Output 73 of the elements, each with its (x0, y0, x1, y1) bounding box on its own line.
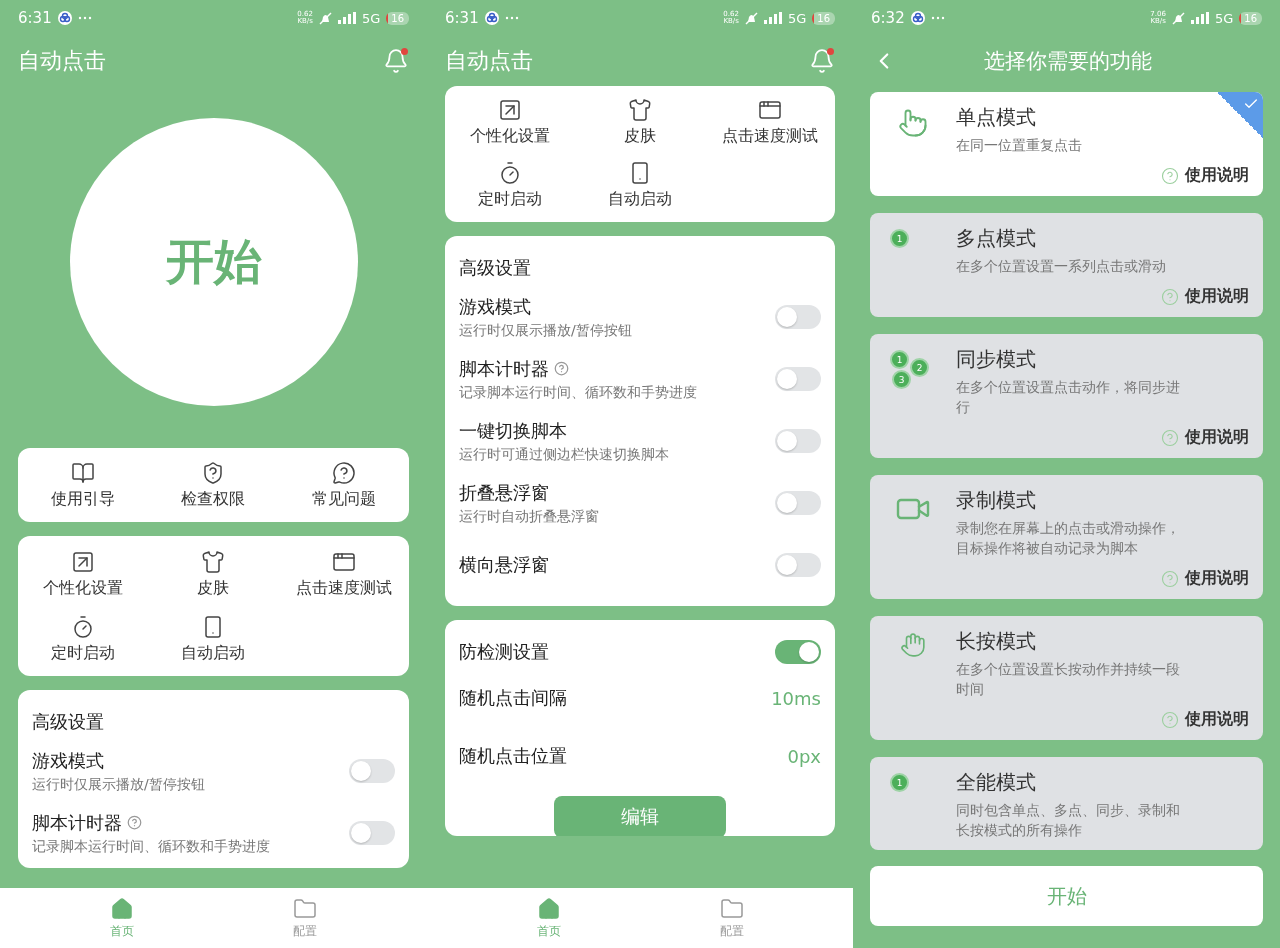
mode-description: 在多个位置设置长按动作并持续一段时间 (956, 660, 1181, 699)
setting-title: 游戏模式 (459, 294, 531, 319)
mode-description: 同时包含单点、多点、同步、录制和长按模式的所有操作 (956, 801, 1181, 840)
number-marker: 1 (890, 350, 909, 369)
number-marker: 3 (892, 370, 911, 389)
mode-title: 全能模式 (956, 769, 1037, 796)
tool-tile[interactable]: 点击速度测试 (705, 98, 835, 147)
help-link[interactable]: 使用说明 (1161, 165, 1249, 186)
setting-subtitle: 运行时可通过侧边栏快速切换脚本 (459, 445, 670, 464)
section-title: 高级设置 (458, 256, 532, 280)
page-title: 选择你需要的功能 (982, 48, 1153, 75)
setting-subtitle: 记录脚本运行时间、循环数和手势进度 (32, 837, 271, 856)
app-title: 自动点击 (445, 47, 533, 75)
setting-title: 随机点击位置 (459, 744, 568, 768)
number-marker: 1 (890, 229, 909, 248)
setting-title: 随机点击间隔 (459, 686, 568, 710)
help-link[interactable]: 使用说明 (1161, 286, 1249, 307)
tool-tile[interactable]: 皮肤 (575, 98, 705, 147)
mode-title: 同步模式 (956, 346, 1037, 373)
mode-title: 录制模式 (956, 487, 1037, 514)
tool-tile[interactable]: 使用引导 (18, 461, 149, 510)
tool-tile[interactable]: 个性化设置 (445, 98, 575, 147)
setting-subtitle: 记录脚本运行时间、循环数和手势进度 (459, 383, 698, 402)
mode-card[interactable]: 1 2 3 同步模式 在多个位置设置点击动作，将同步进行 使用说明 (870, 334, 1263, 458)
setting-title: 一键切换脚本 (459, 418, 567, 443)
setting-title: 游戏模式 (32, 748, 104, 773)
help-link[interactable]: 使用说明 (1161, 709, 1249, 730)
mode-title: 单点模式 (956, 104, 1037, 131)
tool-tile[interactable]: 定时启动 (445, 161, 575, 210)
setting-subtitle: 运行时自动折叠悬浮窗 (459, 507, 600, 526)
tool-tile[interactable]: 点击速度测试 (278, 550, 409, 599)
help-link[interactable]: 使用说明 (1161, 427, 1249, 448)
help-link[interactable]: 使用说明 (1161, 568, 1249, 589)
setting-title: 折叠悬浮窗 (459, 480, 549, 505)
mode-card[interactable]: 1 全能模式 同时包含单点、多点、同步、录制和长按模式的所有操作 (870, 757, 1263, 850)
setting-title: 横向悬浮窗 (459, 553, 549, 577)
mode-card[interactable]: 录制模式 录制您在屏幕上的点击或滑动操作，目标操作将被自动记录为脚本 使用说明 (870, 475, 1263, 599)
tool-tile[interactable]: 自动启动 (575, 161, 705, 210)
setting-subtitle: 运行时仅展示播放/暂停按钮 (459, 321, 633, 340)
tool-tile[interactable]: 常见问题 (278, 461, 409, 510)
section-title: 防检测设置 (459, 640, 550, 664)
battery-level: 16 (1239, 11, 1262, 25)
setting-subtitle: 运行时仅展示播放/暂停按钮 (32, 775, 206, 794)
mode-description: 在同一位置重复点击 (956, 136, 1083, 155)
network-type: 5G (787, 10, 807, 26)
network-type: 5G (361, 10, 381, 26)
tool-tile[interactable]: 自动启动 (148, 615, 279, 664)
mode-title: 多点模式 (956, 225, 1037, 252)
tool-tile[interactable]: 定时启动 (18, 615, 149, 664)
network-type: 5G (1214, 10, 1234, 26)
mode-card[interactable]: 长按模式 在多个位置设置长按动作并持续一段时间 使用说明 (870, 616, 1263, 740)
battery-level: 16 (386, 11, 409, 25)
mode-card[interactable]: 单点模式 在同一位置重复点击 使用说明 (870, 92, 1263, 196)
app-title: 自动点击 (18, 47, 106, 75)
mode-description: 录制您在屏幕上的点击或滑动操作，目标操作将被自动记录为脚本 (956, 519, 1181, 558)
tool-tile[interactable]: 个性化设置 (18, 550, 149, 599)
setting-title: 脚本计时器 (32, 810, 122, 835)
clock-time: 6:31 (18, 9, 52, 27)
section-title: 高级设置 (31, 710, 105, 734)
mode-description: 在多个位置设置点击动作，将同步进行 (956, 378, 1181, 417)
number-marker: 1 (890, 773, 909, 792)
number-marker: 2 (910, 358, 929, 377)
setting-title: 脚本计时器 (459, 356, 549, 381)
mode-title: 长按模式 (956, 628, 1037, 655)
tool-tile[interactable]: 检查权限 (148, 461, 279, 510)
tool-tile[interactable]: 皮肤 (148, 550, 279, 599)
setting-value: 10ms (771, 687, 821, 709)
mode-description: 在多个位置设置一系列点击或滑动 (956, 257, 1167, 276)
setting-value: 0px (787, 745, 821, 767)
clock-time: 6:32 (871, 9, 905, 27)
mode-card[interactable]: 1 多点模式 在多个位置设置一系列点击或滑动 使用说明 (870, 213, 1263, 317)
battery-level: 16 (812, 11, 835, 25)
clock-time: 6:31 (445, 9, 479, 27)
